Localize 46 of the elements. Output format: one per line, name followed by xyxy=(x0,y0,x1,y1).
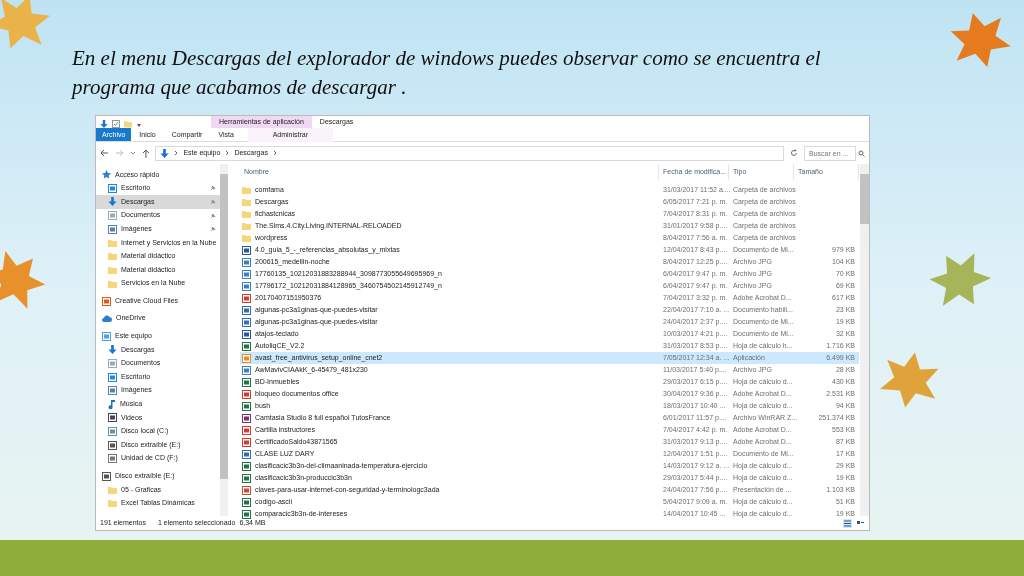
down-arrow-icon xyxy=(160,148,170,158)
slide-title: En el menu Descargas del explorador de windows puedes observar como se encuentra el programa que acabamos de descargar . xyxy=(72,45,822,101)
forward-arrow-icon[interactable] xyxy=(114,149,124,157)
document-icon xyxy=(242,305,251,315)
document-icon xyxy=(242,341,251,351)
document-icon xyxy=(242,425,251,435)
document-icon xyxy=(242,473,251,483)
file-icon xyxy=(108,359,117,368)
checkmark-icon[interactable] xyxy=(112,120,120,128)
pin-icon[interactable] xyxy=(210,226,216,233)
back-arrow-icon[interactable] xyxy=(100,149,109,157)
pin-icon[interactable] xyxy=(210,212,216,219)
pin-icon[interactable] xyxy=(210,185,216,192)
down-arrow-icon[interactable] xyxy=(100,120,108,128)
down-arrow-icon xyxy=(108,345,117,355)
cloud-icon xyxy=(102,315,112,323)
document-icon xyxy=(242,461,251,471)
details-view-icon[interactable] xyxy=(843,518,852,528)
music-note-icon xyxy=(108,399,116,409)
document-icon xyxy=(242,293,251,303)
chevron-right-icon xyxy=(225,150,230,156)
document-icon xyxy=(242,497,251,507)
chevron-down-icon[interactable] xyxy=(129,150,136,156)
document-icon xyxy=(242,437,251,447)
document-icon xyxy=(242,509,251,519)
star-icon xyxy=(102,170,111,180)
scrollbar[interactable] xyxy=(220,164,228,516)
refresh-icon[interactable] xyxy=(790,149,798,157)
dropdown-icon[interactable] xyxy=(136,122,142,128)
file-icon xyxy=(108,211,117,221)
document-icon xyxy=(242,245,251,255)
file-icon xyxy=(102,296,111,306)
down-arrow-icon xyxy=(108,197,117,207)
pin-icon[interactable] xyxy=(210,199,216,205)
scrollbar[interactable] xyxy=(860,164,869,516)
document-icon xyxy=(242,401,251,411)
document-icon xyxy=(242,449,251,459)
chevron-right-icon xyxy=(272,150,277,156)
document-icon xyxy=(242,317,251,327)
document-icon xyxy=(242,377,251,387)
search-icon xyxy=(858,149,865,157)
chevron-right-icon xyxy=(174,150,179,156)
document-icon xyxy=(242,329,251,339)
document-icon xyxy=(242,485,251,495)
document-icon xyxy=(242,389,251,399)
up-arrow-icon[interactable] xyxy=(141,148,150,158)
